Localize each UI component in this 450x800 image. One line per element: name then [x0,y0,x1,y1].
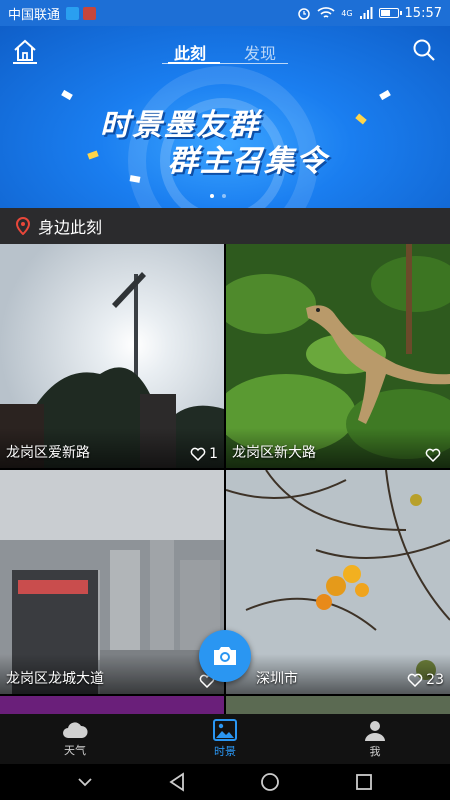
person-icon [365,721,385,741]
tab-me[interactable]: 我 [300,714,450,764]
like-count[interactable]: 1 [190,446,218,462]
photo-card[interactable]: 龙岗区龙城大道 [0,470,224,694]
confetti-decoration [379,89,391,101]
recent-apps-icon[interactable] [355,773,373,791]
tab-label: 我 [369,745,381,758]
search-icon[interactable] [412,38,436,62]
heart-icon [425,448,441,462]
heart-icon [190,447,206,461]
heart-icon [407,673,423,687]
like-count-value: 23 [426,672,444,688]
cloud-icon [63,722,88,738]
photo-location: 龙岗区龙城大道 [6,671,104,687]
like-count[interactable]: 23 [407,672,444,688]
home-icon[interactable] [12,38,38,64]
bottom-tab-bar: 天气 时景 我 [0,714,450,764]
photo-card[interactable]: 龙岗区爱新路 1 [0,244,224,468]
photo-location: 龙岗区爱新路 [6,445,90,461]
back-icon[interactable] [168,772,186,792]
clock: 15:57 [404,5,442,21]
photo-location: 龙岗区新大路 [232,445,316,461]
photo-card[interactable] [226,696,450,714]
pagination-dot[interactable] [210,194,214,198]
home-nav-icon[interactable] [260,772,280,792]
photo-card[interactable]: 龙岗区新大路 [226,244,450,468]
photo-icon [213,719,237,741]
battery-icon [378,8,402,18]
alarm-icon [298,8,310,20]
photo-card[interactable] [0,696,224,714]
location-pin-icon [16,217,30,235]
camera-button[interactable] [199,630,251,682]
signal-icon [359,7,373,19]
tab-moments[interactable]: 时景 [150,714,300,764]
notification-app-icon [66,6,80,20]
like-count-value: 1 [209,446,218,462]
carrier-name: 中国联通 [8,7,61,23]
like-count[interactable] [425,448,444,462]
chevron-down-icon[interactable] [77,777,93,787]
confetti-decoration [87,150,99,160]
wifi-icon [317,7,335,18]
camera-icon [214,647,236,665]
section-title: 身边此刻 [38,218,103,237]
confetti-decoration [61,89,73,101]
tab-label: 天气 [64,744,86,757]
status-bar: 中国联通 4G 15:57 [0,0,450,26]
system-nav-bar [0,764,450,800]
pagination-dot[interactable] [222,194,226,198]
network-type: 4G [341,8,353,18]
notification-app-icon [83,6,97,20]
tab-label: 时景 [214,745,236,758]
confetti-decoration [355,113,367,125]
active-tab-indicator [168,62,220,64]
promo-banner[interactable]: 此刻 发现 时景墨友群 群主召集令 [0,26,450,208]
status-icons: 4G 15:57 [297,6,442,21]
photo-card[interactable]: 深圳市 23 [226,470,450,694]
banner-pagination [210,194,226,198]
banner-subheadline: 群主召集令 [168,144,328,179]
tab-weather[interactable]: 天气 [0,714,150,764]
section-header: 身边此刻 [0,208,450,244]
photo-location: 深圳市 [256,671,298,687]
